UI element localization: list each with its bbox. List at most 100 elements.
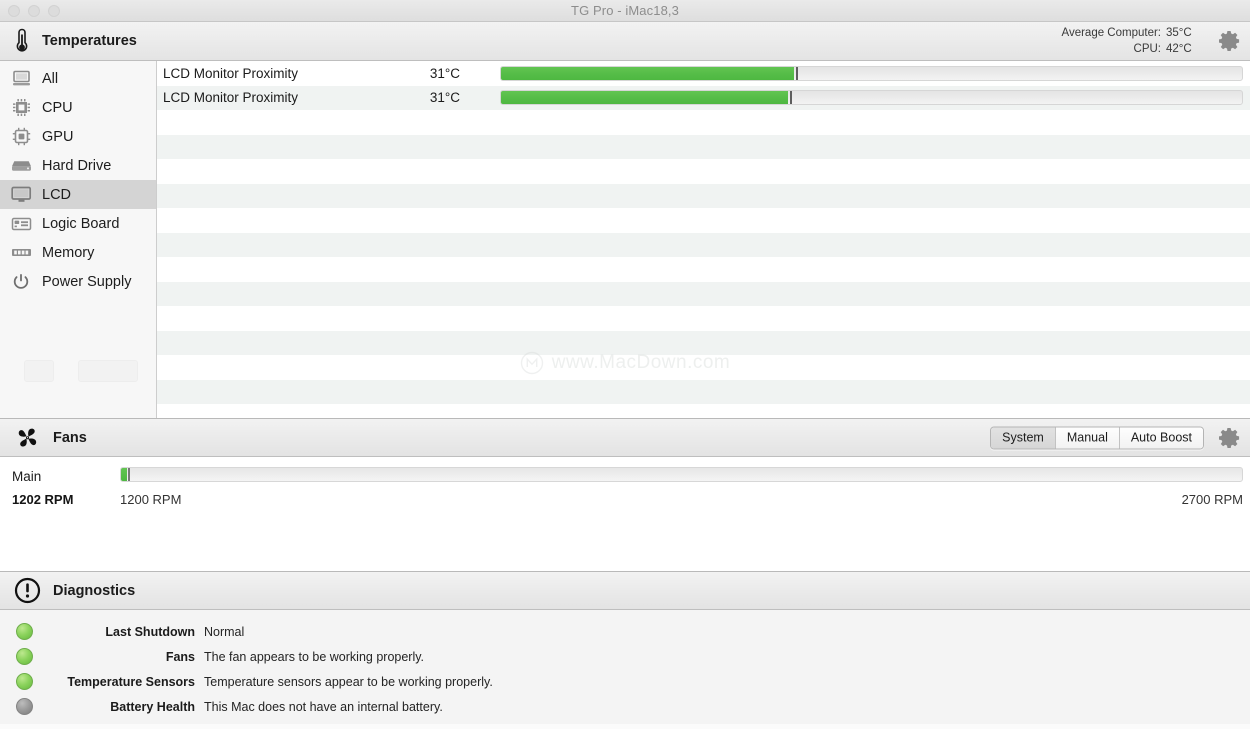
sensor-bar-tick [789, 91, 792, 105]
sensor-temperature: 31°C [429, 65, 460, 81]
table-row[interactable] [157, 330, 1250, 355]
sidebar-item-gpu[interactable]: GPU [0, 122, 156, 151]
exclamation-circle-icon [14, 577, 41, 604]
temperatures-sidebar: All CPU GPU Hard Drive LCD Logic Board M… [0, 61, 157, 418]
status-indicator-green [16, 623, 33, 640]
sidebar-label-memory: Memory [42, 244, 95, 261]
sidebar-label-logic-board: Logic Board [42, 215, 120, 232]
fan-mode-auto-boost[interactable]: Auto Boost [1119, 427, 1203, 448]
hard-drive-icon [9, 156, 33, 176]
fan-max-rpm: 2700 RPM [1181, 492, 1243, 507]
fan-speed-bar[interactable] [120, 467, 1243, 482]
diagnostic-text: Temperature sensors appear to be working… [204, 674, 493, 689]
logic-board-icon [9, 214, 33, 234]
sidebar-footer-buttons [24, 360, 138, 382]
fans-settings-button[interactable] [1216, 425, 1242, 451]
status-indicator-green [16, 648, 33, 665]
sensor-bar-fill [501, 66, 794, 80]
gpu-chip-icon [9, 127, 33, 147]
diagnostic-row: Fans The fan appears to be working proper… [0, 644, 1250, 669]
sensor-name: LCD Monitor Proximity [163, 65, 299, 81]
temperature-summary: Average Computer: 35°C CPU: 42°C [1061, 25, 1204, 57]
fan-mode-manual[interactable]: Manual [1055, 427, 1120, 448]
tg-pro-window: TG Pro - iMac18,3 Temperatures Average C… [0, 0, 1250, 729]
sidebar-label-hard-drive: Hard Drive [42, 157, 112, 174]
sidebar-item-cpu[interactable]: CPU [0, 93, 156, 122]
status-indicator-gray [16, 698, 33, 715]
cpu-temp-value: 42°C [1166, 43, 1192, 55]
diagnostic-label: Battery Health [110, 699, 195, 714]
table-row[interactable] [157, 159, 1250, 184]
sensor-bar [500, 65, 1243, 81]
sidebar-label-cpu: CPU [42, 99, 73, 116]
sensor-bar-fill [501, 91, 788, 105]
diagnostics-body: Last Shutdown Normal Fans The fan appears t… [0, 610, 1250, 724]
sidebar-item-lcd[interactable]: LCD [0, 180, 156, 209]
fans-body: Main 1202 RPM 1200 RPM 2700 RPM [0, 457, 1250, 572]
fan-current-rpm: 1202 RPM [12, 492, 74, 507]
sidebar-item-all[interactable]: All [0, 64, 156, 93]
sidebar-footer-button-2[interactable] [78, 360, 138, 382]
fans-header: Fans System Manual Auto Boost [0, 419, 1250, 457]
diagnostic-row: Last Shutdown Normal [0, 619, 1250, 644]
table-row[interactable]: LCD Monitor Proximity 31°C [157, 85, 1250, 110]
sidebar-label-gpu: GPU [42, 128, 74, 145]
table-row[interactable] [157, 110, 1250, 135]
table-row[interactable] [157, 257, 1250, 282]
sidebar-label-power-supply: Power Supply [42, 273, 132, 290]
fan-mode-segmented-control[interactable]: System Manual Auto Boost [990, 426, 1204, 449]
fans-title: Fans [53, 429, 87, 446]
gear-icon [1219, 427, 1240, 448]
sensor-bar [500, 90, 1243, 106]
diagnostic-text: This Mac does not have an internal batte… [204, 699, 443, 714]
table-row[interactable] [157, 379, 1250, 404]
fan-mode-system[interactable]: System [991, 427, 1056, 448]
window-title: TG Pro - iMac18,3 [571, 3, 679, 18]
temperatures-body: All CPU GPU Hard Drive LCD Logic Board M… [0, 61, 1250, 419]
temperatures-title: Temperatures [42, 33, 137, 49]
fan-name: Main [12, 469, 42, 484]
sensor-name: LCD Monitor Proximity [163, 90, 299, 106]
table-row[interactable] [157, 281, 1250, 306]
temperatures-settings-button[interactable] [1216, 28, 1242, 54]
table-row[interactable] [157, 134, 1250, 159]
memory-icon [9, 243, 33, 263]
fan-speed-tick [127, 468, 130, 481]
diagnostic-text: Normal [204, 624, 245, 639]
diagnostics-header: Diagnostics [0, 572, 1250, 610]
status-indicator-green [16, 673, 33, 690]
table-row[interactable]: LCD Monitor Proximity 31°C [157, 61, 1250, 86]
average-computer-label: Average Computer: [1061, 27, 1161, 39]
computer-icon [9, 69, 33, 89]
table-row[interactable] [157, 355, 1250, 380]
average-computer-value: 35°C [1166, 27, 1192, 39]
diagnostic-label: Fans [165, 649, 195, 664]
table-row[interactable] [157, 183, 1250, 208]
sidebar-item-power-supply[interactable]: Power Supply [0, 267, 156, 296]
table-row[interactable] [157, 232, 1250, 257]
fan-speed-fill [121, 468, 127, 481]
average-computer-row: Average Computer: 35°C [1061, 25, 1204, 41]
table-row[interactable] [157, 306, 1250, 331]
fan-min-rpm: 1200 RPM [120, 492, 182, 507]
fan-icon [14, 426, 41, 450]
sidebar-item-memory[interactable]: Memory [0, 238, 156, 267]
sidebar-label-all: All [42, 70, 59, 87]
cpu-temp-row: CPU: 42°C [1061, 41, 1204, 57]
window-titlebar: TG Pro - iMac18,3 [0, 0, 1250, 22]
sensor-temperature: 31°C [429, 90, 460, 106]
sidebar-item-hard-drive[interactable]: Hard Drive [0, 151, 156, 180]
gear-icon [1219, 31, 1240, 51]
diagnostic-text: The fan appears to be working properly. [204, 649, 425, 664]
diagnostics-title: Diagnostics [53, 582, 136, 599]
power-icon [9, 272, 33, 292]
sidebar-item-logic-board[interactable]: Logic Board [0, 209, 156, 238]
temperature-rows-list[interactable]: LCD Monitor Proximity 31°C LCD Monitor Pro… [157, 61, 1250, 418]
cpu-chip-icon [9, 98, 33, 118]
diagnostic-label: Last Shutdown [105, 624, 195, 639]
thermometer-icon [14, 28, 30, 54]
display-icon [9, 185, 33, 205]
sidebar-footer-button-1[interactable] [24, 360, 54, 382]
table-row[interactable] [157, 208, 1250, 233]
sidebar-label-lcd: LCD [42, 186, 72, 203]
